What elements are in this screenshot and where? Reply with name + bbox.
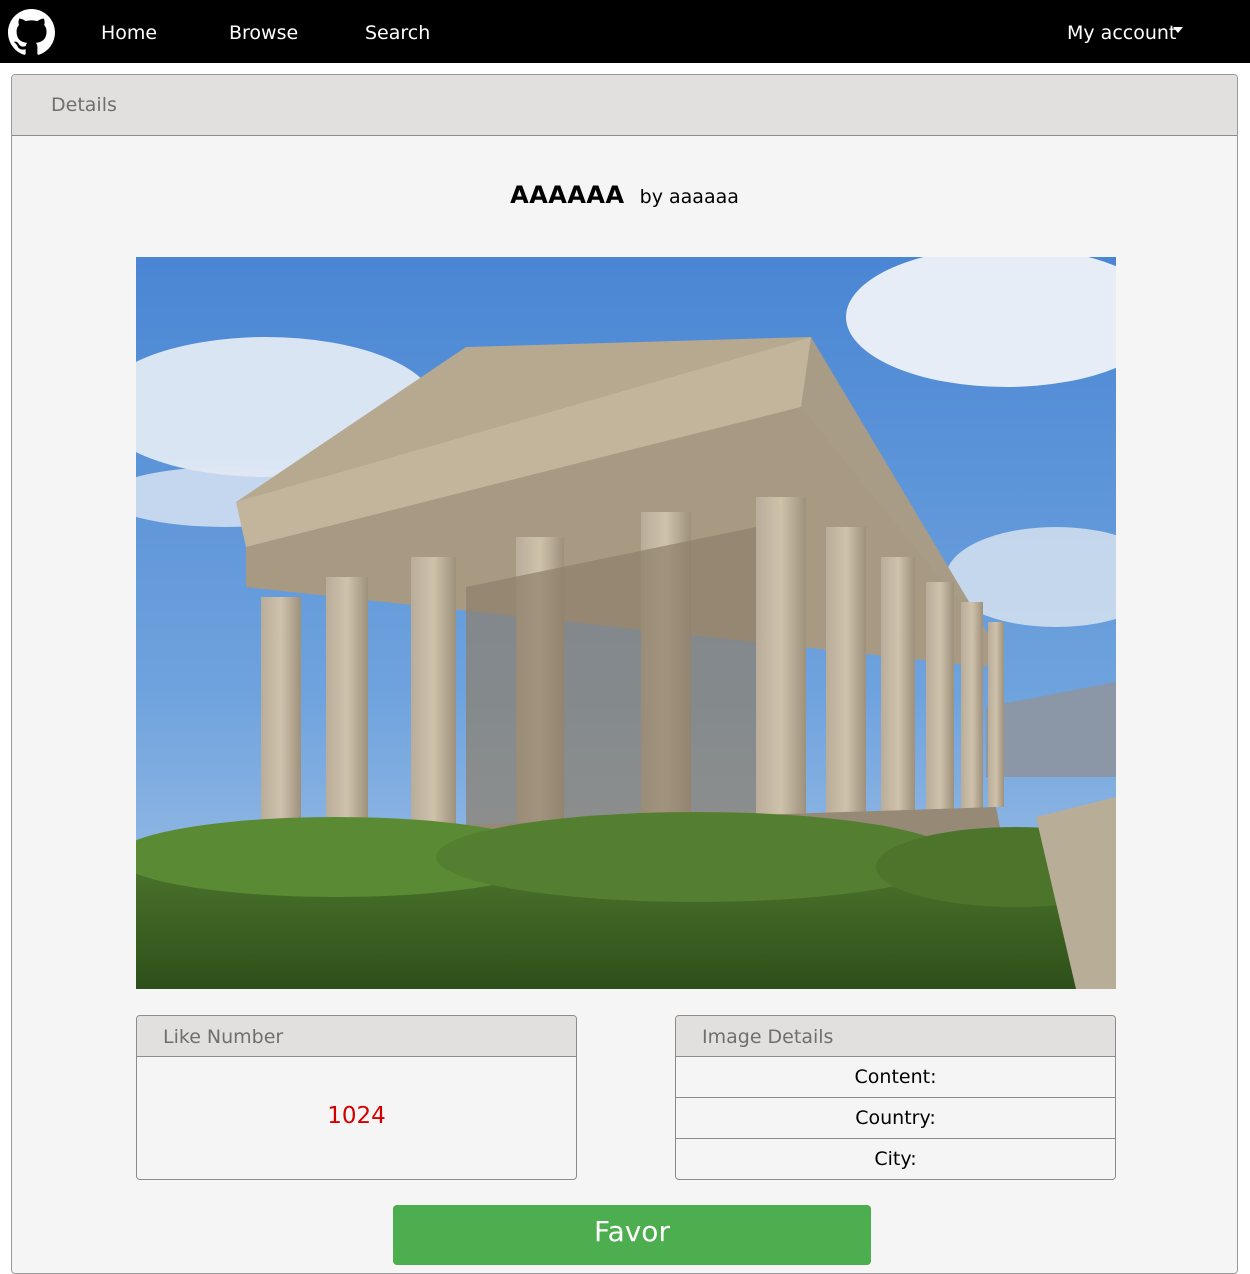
like-panel-title: Like Number: [163, 1026, 284, 1048]
detail-city: City:: [874, 1148, 917, 1170]
temple-photo: [136, 257, 1116, 989]
card-header: Details: [12, 75, 1237, 136]
details-panel-title: Image Details: [702, 1026, 834, 1048]
details-card: Details AAAAAA by aaaaaa Like Number 102…: [11, 74, 1238, 1274]
details-panel-header: Image Details: [676, 1016, 1115, 1057]
top-navbar: Home Browse Search My account: [0, 0, 1250, 63]
nav-browse-link[interactable]: Browse: [229, 20, 298, 46]
nav-home-link[interactable]: Home: [101, 20, 157, 46]
detail-country: Country:: [676, 1098, 1115, 1139]
card-header-title: Details: [51, 94, 117, 116]
github-icon[interactable]: [8, 9, 55, 56]
like-panel-header: Like Number: [137, 1016, 576, 1057]
image-title: AAAAAA: [510, 181, 625, 209]
like-number-panel: Like Number 1024: [136, 1015, 577, 1180]
my-account-dropdown[interactable]: My account: [1067, 20, 1176, 46]
nav-search-link[interactable]: Search: [365, 20, 430, 46]
caret-down-icon[interactable]: [1173, 27, 1183, 33]
like-count: 1024: [327, 1103, 386, 1129]
image-author: by aaaaaa: [639, 186, 739, 208]
image-details-panel: Image Details Content: Country: City:: [675, 1015, 1116, 1180]
detail-content: Content:: [676, 1057, 1115, 1098]
image-title-row: AAAAAA by aaaaaa: [12, 181, 1237, 209]
favor-button[interactable]: Favor: [393, 1205, 871, 1265]
